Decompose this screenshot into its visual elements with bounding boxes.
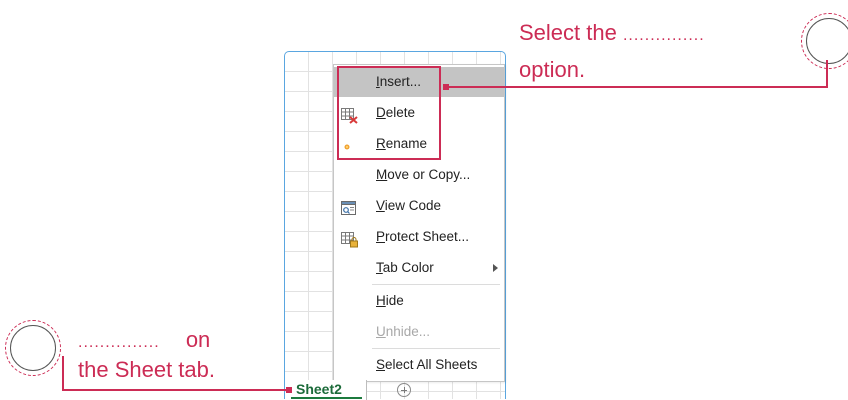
accelerator-key: U: [376, 324, 386, 339]
menu-item-tab-color[interactable]: Tab Color: [334, 253, 504, 283]
menu-item-protect-sheet[interactable]: Protect Sheet...: [334, 222, 504, 252]
blank-dots: ...............: [622, 27, 705, 44]
callout-bottom-line1: ............... on: [78, 325, 210, 358]
submenu-arrow-icon: [493, 264, 498, 272]
menu-item-select-all-sheets[interactable]: Select All Sheets: [334, 350, 504, 380]
callout-top-line1: Select the ...............: [519, 18, 705, 51]
connector-line: [449, 86, 828, 88]
menu-item-unhide: Unhide...: [334, 317, 504, 347]
answer-circle: [5, 320, 61, 376]
menu-item-label: ove or Copy...: [387, 167, 471, 182]
callout-text: on: [185, 327, 211, 352]
callout-text: Select the: [519, 20, 617, 45]
answer-circle: [801, 13, 848, 69]
connector-line: [62, 356, 64, 391]
accelerator-key: S: [376, 357, 386, 372]
accelerator-key: V: [376, 198, 385, 213]
anchor-dot: [286, 387, 292, 393]
menu-item-label: iew Code: [384, 198, 442, 213]
callout-top-line2: option.: [519, 57, 586, 82]
menu-item-label: ide: [385, 293, 404, 308]
sheet-tab-label: Sheet2: [296, 381, 342, 397]
view-code-icon: [341, 198, 357, 215]
menu-item-hide[interactable]: Hide: [334, 286, 504, 316]
menu-item-label: nhide...: [385, 324, 431, 339]
menu-item-view-code[interactable]: View Code: [334, 191, 504, 221]
accelerator-key: M: [376, 167, 388, 182]
accelerator-key: P: [376, 229, 386, 244]
sheet-tab[interactable]: Sheet2: [287, 380, 367, 400]
menu-item-label: ab Color: [382, 260, 434, 275]
protect-sheet-icon: [341, 229, 358, 248]
connector-line: [826, 60, 828, 88]
accelerator-key: T: [376, 260, 383, 275]
accelerator-key: H: [376, 293, 386, 308]
add-sheet-button[interactable]: [397, 383, 411, 397]
menu-item-label: elect All Sheets: [385, 357, 478, 372]
highlight-box: [337, 66, 441, 160]
menu-separator: [372, 348, 500, 349]
menu-item-move-or-copy[interactable]: Move or Copy...: [334, 160, 504, 190]
connector-line: [62, 389, 288, 391]
menu-item-label: rotect Sheet...: [385, 229, 470, 244]
menu-separator: [372, 284, 500, 285]
blank-dots: ...............: [78, 334, 160, 351]
callout-bottom-line2: the Sheet tab.: [78, 357, 215, 382]
